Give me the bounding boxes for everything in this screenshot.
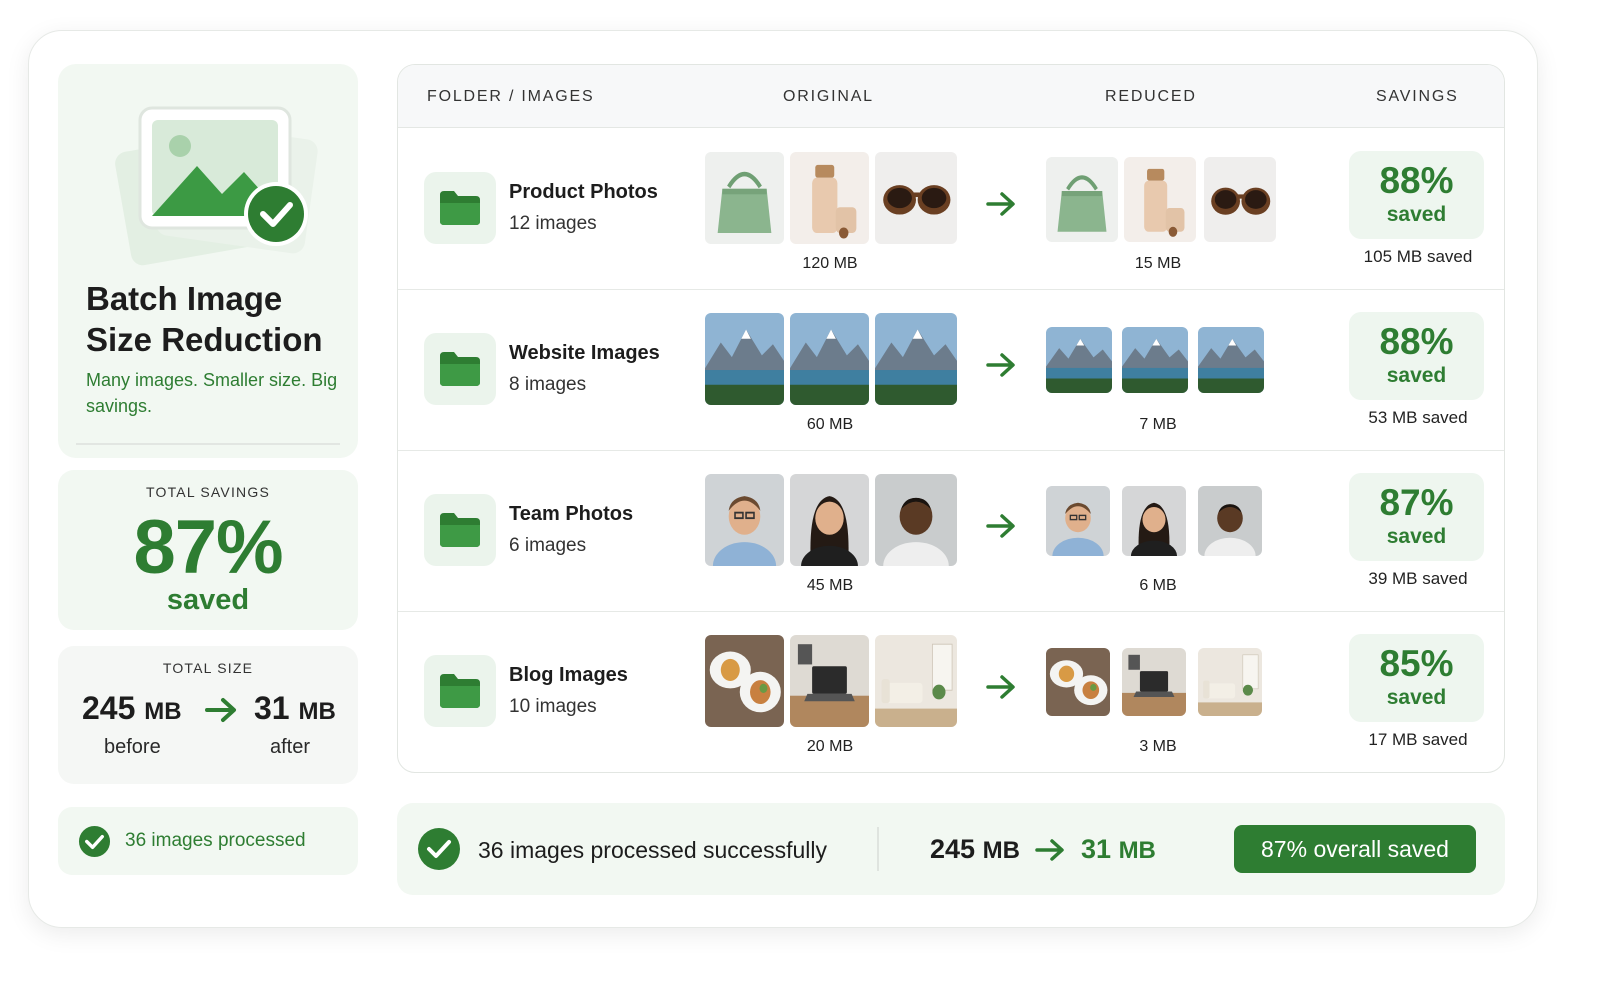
reduced-size: 3 MB [1139,738,1177,755]
total-savings-label: TOTAL SAVINGS [146,484,270,500]
folder-name: Blog Images [509,664,628,686]
table-row[interactable]: Product Photos 12 images 120 MB 15 MB 88% sav… [398,129,1504,290]
folder-image-count: 6 images [509,535,587,556]
size-after-value: 31 MB [254,690,336,726]
folder-name: Product Photos [509,181,658,203]
savings-badge: 88% saved [1349,312,1484,400]
summary-before: 245 MB [930,834,1020,864]
total-size-card: TOTAL SIZE 245 MB 31 MB before after [58,646,358,784]
folder-image-count: 12 images [509,213,597,234]
header-original: ORIGINAL [783,88,874,105]
folder-image-count: 10 images [509,696,597,717]
folder-name: Website Images [509,342,660,364]
original-thumbnail-portrait-woman [790,474,869,566]
table-row[interactable]: Website Images 8 images 60 MB 7 MB 88% saved 5… [398,290,1504,451]
summary-bar: 36 images processed successfully 245 MB … [397,803,1505,895]
header-savings: SAVINGS [1376,88,1459,105]
reduced-thumbnail-mountain-lake [1122,327,1188,393]
original-thumbnail-laptop-desk [790,635,869,727]
reduced-size: 7 MB [1139,416,1177,433]
arrow-right-icon [986,514,1015,538]
total-size-label: TOTAL SIZE [162,660,254,676]
page-subtitle: Many images. Smaller size. Big savings. [86,370,338,416]
original-thumbnail-mountain-lake [790,313,869,405]
mb-saved: 39 MB saved [1368,569,1468,588]
reduced-thumbnail-sunglasses [1204,156,1276,242]
header-reduced: REDUCED [1105,88,1197,105]
original-size: 60 MB [806,416,854,433]
original-size: 120 MB [802,255,858,272]
mb-saved: 53 MB saved [1368,408,1468,427]
summary-after: 31 MB [1081,834,1156,864]
reduced-thumbnail-portrait-man-2 [1198,486,1262,556]
reduced-size: 15 MB [1134,255,1182,272]
reduced-thumbnail-cosmetic-bottle [1124,156,1196,242]
original-thumbnail-mountain-lake [705,313,784,405]
arrow-right-icon [986,353,1015,377]
header-folder: FOLDER / IMAGES [427,88,595,105]
savings-badge: 85% saved [1349,634,1484,722]
total-savings-suffix: saved [166,584,250,616]
original-size: 45 MB [806,577,854,594]
savings-badge: 87% saved [1349,473,1484,561]
hero-panel: Batch Image Size Reduction Many images. … [58,64,358,458]
images-table: FOLDER / IMAGES ORIGINAL REDUCED SAVINGS… [397,64,1505,773]
summary-status: 36 images processed successfully [478,837,827,863]
reduced-thumbnail-portrait-man [1046,486,1110,556]
check-circle-icon [418,828,460,870]
check-circle-icon [78,825,111,858]
total-savings-percent: 87% [133,505,283,590]
reduced-thumbnail-food-plates [1046,648,1110,716]
arrow-right-icon [1035,839,1064,861]
original-thumbnail-portrait-man [705,474,784,566]
table-row[interactable]: Blog Images 10 images 20 MB 3 MB 85% saved 17 … [398,612,1504,772]
original-thumbnail-cosmetic-bottle [790,152,869,244]
folder-icon [424,655,496,727]
folder-icon [424,172,496,244]
processed-card: 36 images processed [58,807,358,875]
size-after-label: after [270,736,311,758]
overall-saved-button[interactable]: 87% overall saved [1234,825,1476,873]
processed-text: 36 images processed [125,830,306,851]
reduced-thumbnail-handbag [1046,156,1118,242]
folder-icon [424,494,496,566]
original-size: 20 MB [806,738,854,755]
reduced-thumbnail-mountain-lake [1198,327,1264,393]
arrow-right-icon [986,192,1015,216]
savings-badge: 88% saved [1349,151,1484,239]
size-before-label: before [104,736,161,758]
sidebar-divider [76,443,340,445]
reduced-thumbnail-living-room [1198,648,1262,716]
total-savings-card: TOTAL SAVINGS 87% saved [58,470,358,630]
mb-saved: 17 MB saved [1368,730,1468,749]
reduced-size: 6 MB [1139,577,1177,594]
table-header: FOLDER / IMAGES ORIGINAL REDUCED SAVINGS [398,65,1504,128]
original-thumbnail-food-plates [705,635,784,727]
original-thumbnail-mountain-lake [875,313,957,405]
size-before-value: 245 MB [82,690,182,726]
summary-divider [877,827,879,871]
arrow-right-icon [986,675,1015,699]
table-row[interactable]: Team Photos 6 images 45 MB 6 MB 87% saved 39 M… [398,451,1504,612]
folder-image-count: 8 images [509,374,587,395]
folder-name: Team Photos [509,503,634,525]
reduced-thumbnail-mountain-lake [1046,327,1112,393]
original-thumbnail-sunglasses [875,152,957,244]
reduced-thumbnail-portrait-woman [1122,486,1186,556]
original-thumbnail-living-room [875,635,957,727]
original-thumbnail-portrait-man-2 [875,474,957,566]
folder-icon [424,333,496,405]
original-thumbnail-handbag [705,152,784,244]
image-check-icon [115,106,318,266]
arrow-right-icon [205,698,236,722]
page-title: Batch Image Size Reduction [86,280,323,358]
mb-saved: 105 MB saved [1363,247,1473,266]
reduced-thumbnail-laptop-desk [1122,648,1186,716]
